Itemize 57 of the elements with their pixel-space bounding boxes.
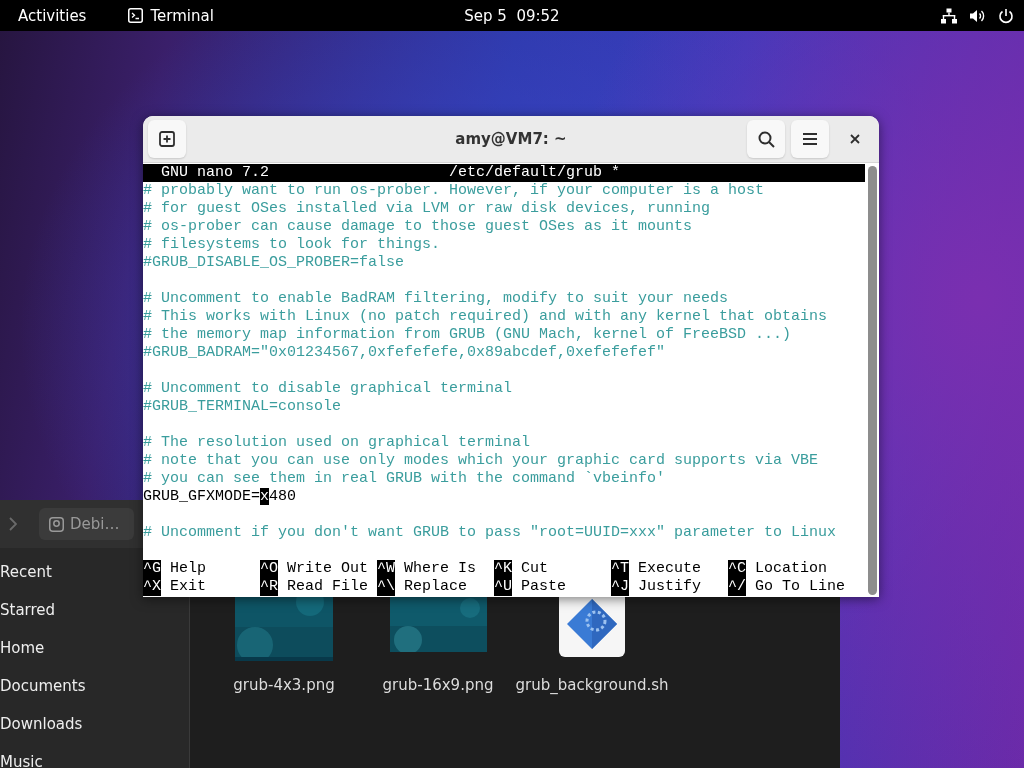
shortcut: ^J Justify: [611, 578, 703, 596]
sidebar-item[interactable]: Home: [0, 639, 45, 657]
code-line: # os-prober can cause damage to those guest OSes as it mounts: [143, 218, 693, 235]
clock[interactable]: Sep 5 09:52: [464, 6, 560, 25]
code-line: #GRUB_DISABLE_OS_PROBER=false: [143, 254, 405, 271]
file-name[interactable]: grub-4x3.png: [233, 676, 335, 694]
code-line: # This works with Linux (no patch required) and with any kernel that obtains: [143, 308, 828, 325]
drive-icon: [49, 516, 64, 532]
shortcut: ^/ Go To Line: [728, 578, 846, 596]
code-line: # Uncomment if you don't want GRUB to pass "root=UUID=xxx" parameter to Linux: [143, 524, 837, 541]
activities-button[interactable]: Activities: [18, 6, 87, 25]
code-line: # note that you can use only modes which your graphic card supports via VBE: [143, 452, 819, 469]
code-line: # for guest OSes installed via LVM or raw disk devices, running: [143, 200, 711, 217]
editor-version: GNU nano 7.2: [161, 164, 270, 181]
forward-icon[interactable]: [9, 517, 17, 531]
menu-icon: [802, 132, 818, 146]
shortcut: ^T Execute: [611, 560, 703, 578]
network-icon[interactable]: [941, 7, 957, 24]
menu-button[interactable]: [791, 120, 829, 158]
new-tab-button[interactable]: [148, 120, 186, 158]
shortcut: ^C Location: [728, 560, 829, 578]
shortcut: ^\ Replace: [377, 578, 469, 596]
path-button[interactable]: Debi…: [39, 508, 134, 540]
shortcut: ^O Write Out: [260, 560, 370, 578]
code-line: #GRUB_BADRAM="0x01234567,0xfefefefe,0x89abcdef,0xefefefef": [143, 344, 666, 361]
app-menu[interactable]: Terminal: [150, 6, 214, 25]
terminal-icon: [128, 8, 144, 23]
close-icon: [850, 134, 860, 144]
volume-icon[interactable]: [969, 7, 986, 24]
code-line: # you can see them in real GRUB with the command `vbeinfo': [143, 470, 666, 487]
shortcut: ^K Cut: [494, 560, 550, 578]
code-line: # The resolution used on graphical terminal: [143, 434, 531, 451]
file-name[interactable]: grub-16x9.png: [382, 676, 494, 694]
code-line: # the memory map information from GRUB (GNU Mach, kernel of FreeBSD ...): [143, 326, 792, 343]
power-icon[interactable]: [998, 7, 1014, 24]
window-title: amy@VM7: ~: [455, 130, 567, 148]
shortcut: ^U Paste: [494, 578, 568, 596]
shortcut: ^R Read File: [260, 578, 370, 596]
file-path: /etc/default/grub *: [449, 164, 621, 182]
search-icon: [757, 130, 775, 148]
sidebar-item[interactable]: Documents: [0, 677, 86, 695]
sidebar-item[interactable]: Starred: [0, 601, 56, 619]
sidebar-item[interactable]: Music: [0, 753, 43, 768]
sidebar-item[interactable]: Recent: [0, 563, 52, 581]
shortcut: ^X Exit: [143, 578, 208, 596]
shortcut: ^W Where Is: [377, 560, 478, 578]
code-line: #GRUB_TERMINAL=console: [143, 398, 342, 415]
sidebar-item[interactable]: Downloads: [0, 715, 83, 733]
shortcut: ^G Help: [143, 560, 208, 578]
code-line: # Uncomment to disable graphical terminal: [143, 380, 513, 397]
scrollbar[interactable]: [867, 166, 877, 595]
plus-icon: [159, 131, 175, 147]
code-line: # Uncomment to enable BadRAM filtering, modify to suit your needs: [143, 290, 729, 307]
code-line: # probably want to run os-prober. However, if your computer is a host: [143, 182, 765, 199]
search-button[interactable]: [747, 120, 785, 158]
code-line: # filesystems to look for things.: [143, 236, 441, 253]
file-name[interactable]: grub_background.sh: [515, 676, 669, 694]
